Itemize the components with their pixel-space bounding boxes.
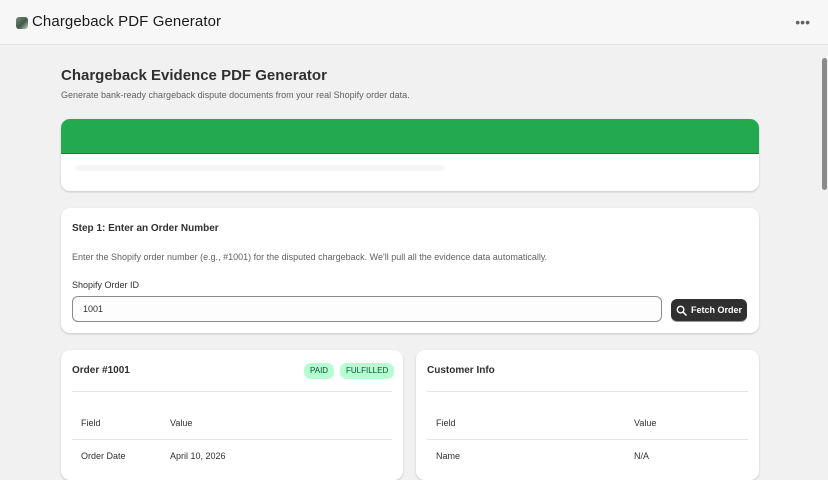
divider — [427, 391, 748, 392]
status-badge-paid: PAID — [304, 363, 335, 379]
divider — [72, 439, 392, 440]
table-header-value: Value — [634, 418, 657, 428]
status-banner — [61, 119, 759, 191]
step1-card: Step 1: Enter an Order Number Enter the … — [61, 208, 759, 333]
banner-header — [61, 119, 759, 154]
customer-card: Customer Info Field Value Name N/A — [416, 350, 759, 480]
app-icon — [16, 17, 28, 29]
banner-body — [75, 165, 445, 171]
table-cell-value: N/A — [634, 451, 650, 461]
order-title: Order #1001 — [72, 365, 130, 376]
page-title: Chargeback Evidence PDF Generator — [61, 67, 327, 84]
table-header-value: Value — [170, 418, 193, 428]
fetch-order-label: Fetch Order — [690, 305, 742, 315]
step1-description: Enter the Shopify order number (e.g., #1… — [72, 252, 548, 262]
divider — [72, 391, 392, 392]
order-card: Order #1001 PAID FULFILLED Field Value O… — [61, 350, 403, 480]
customer-title: Customer Info — [427, 365, 495, 376]
order-id-input[interactable]: 1001 — [72, 296, 662, 322]
fetch-order-button[interactable]: Fetch Order — [671, 299, 747, 321]
table-header-field: Field — [436, 418, 456, 428]
search-icon — [676, 305, 687, 316]
divider — [427, 439, 748, 440]
scrollbar-thumb[interactable] — [822, 58, 827, 190]
more-menu-icon[interactable]: ••• — [795, 14, 810, 30]
order-id-label: Shopify Order ID — [72, 280, 140, 290]
step1-title: Step 1: Enter an Order Number — [72, 223, 219, 234]
title-bar: Chargeback PDF Generator ••• — [0, 0, 828, 45]
table-cell-field: Name — [436, 451, 461, 461]
table-cell-value: April 10, 2026 — [170, 451, 226, 461]
table-cell-field: Order Date — [81, 451, 126, 461]
page-subtitle: Generate bank-ready chargeback dispute d… — [61, 90, 410, 100]
status-badge-fulfilled: FULFILLED — [340, 363, 395, 379]
app-title: Chargeback PDF Generator — [32, 13, 222, 30]
table-header-field: Field — [81, 418, 101, 428]
